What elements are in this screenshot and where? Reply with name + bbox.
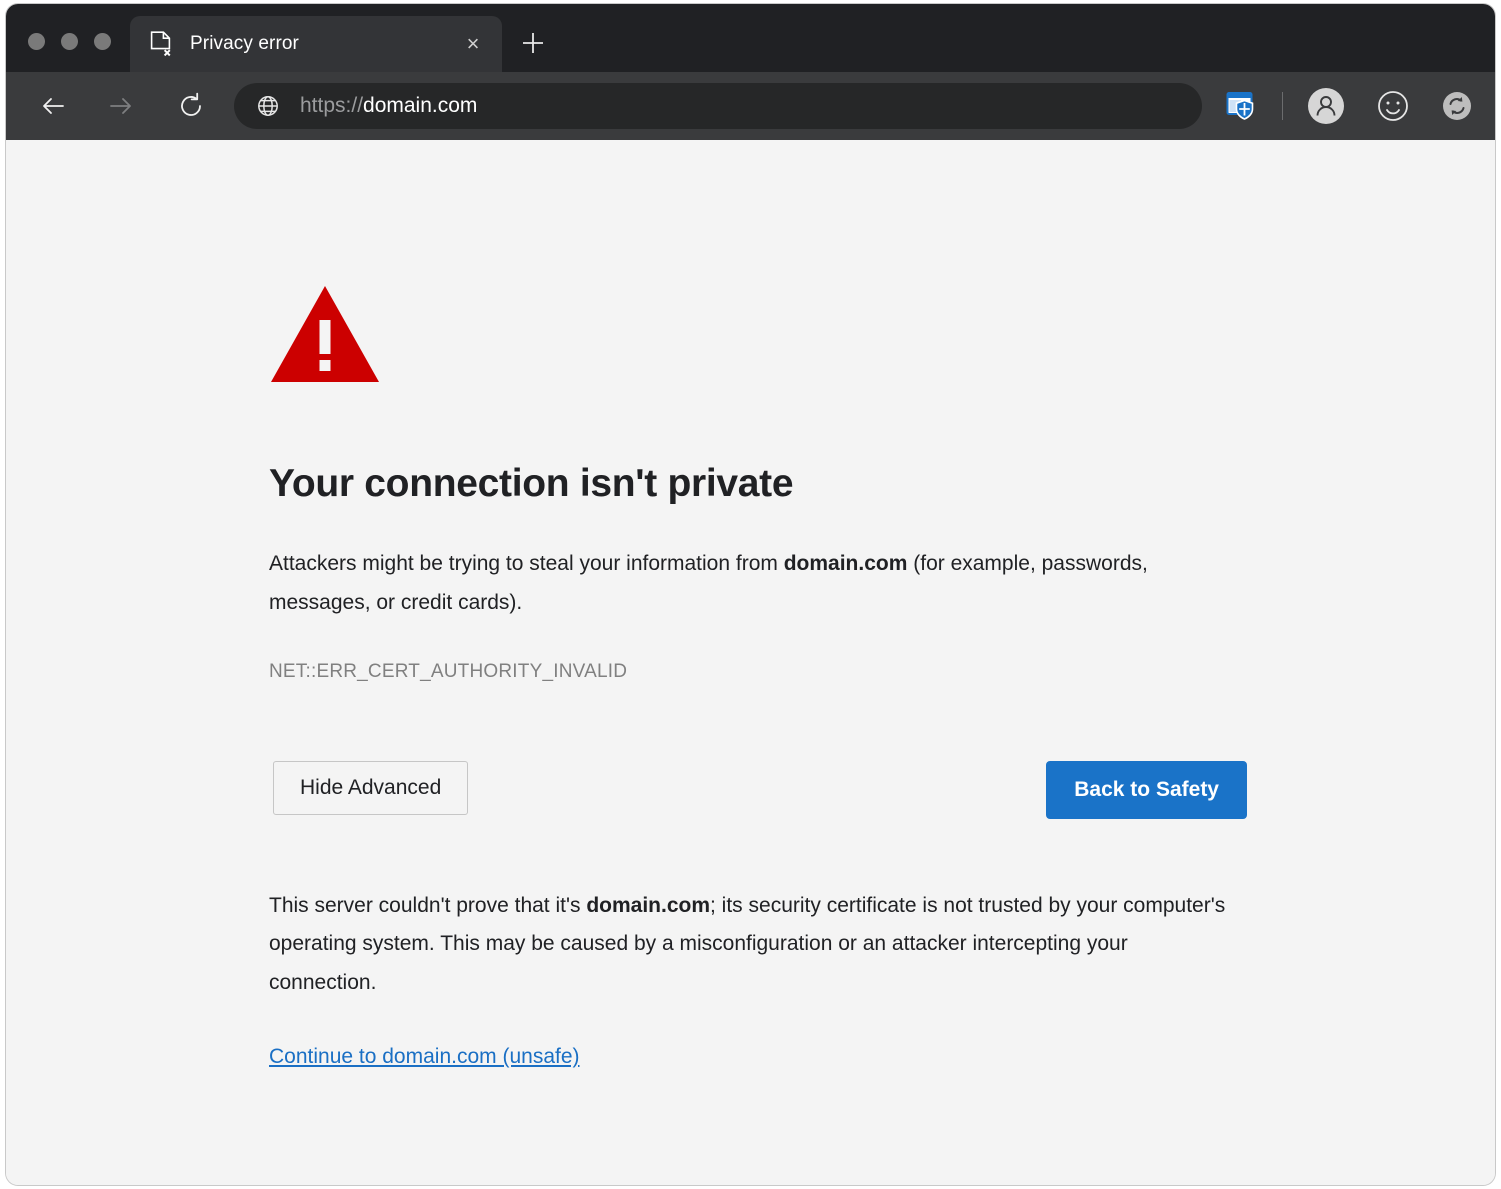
url-text: https://domain.com bbox=[300, 94, 477, 118]
page-title: Your connection isn't private bbox=[269, 462, 1239, 507]
back-to-safety-button[interactable]: Back to Safety bbox=[1046, 761, 1247, 819]
shield-browser-extension-icon[interactable] bbox=[1224, 89, 1258, 123]
tab-strip: Privacy error × bbox=[6, 4, 1495, 72]
warning-description-prefix: Attackers might be trying to steal your … bbox=[269, 552, 784, 575]
window-controls bbox=[6, 33, 130, 72]
window-minimize-button[interactable] bbox=[61, 33, 78, 50]
tab-privacy-error[interactable]: Privacy error × bbox=[130, 16, 502, 72]
globe-icon bbox=[256, 94, 280, 118]
warning-description: Attackers might be trying to steal your … bbox=[269, 545, 1149, 623]
ssl-interstitial: Your connection isn't private Attackers … bbox=[269, 278, 1239, 1069]
interstitial-button-row: Hide Advanced Back to Safety bbox=[269, 761, 1239, 815]
tab-title: Privacy error bbox=[190, 33, 460, 55]
proceed-unsafe-link[interactable]: Continue to domain.com (unsafe) bbox=[269, 1045, 580, 1069]
back-arrow-icon[interactable] bbox=[30, 83, 76, 129]
smiley-face-icon[interactable] bbox=[1377, 90, 1409, 122]
window-maximize-button[interactable] bbox=[94, 33, 111, 50]
address-bar[interactable]: https://domain.com bbox=[234, 83, 1202, 129]
profile-avatar-icon[interactable] bbox=[1307, 87, 1345, 125]
toolbar-actions bbox=[1224, 87, 1477, 125]
page-content: Your connection isn't private Attackers … bbox=[6, 140, 1495, 1185]
browser-window: Privacy error × bbox=[6, 4, 1495, 1185]
warning-description-domain: domain.com bbox=[784, 552, 908, 575]
hide-advanced-button[interactable]: Hide Advanced bbox=[273, 761, 468, 815]
advanced-description-domain: domain.com bbox=[586, 894, 710, 917]
window-close-button[interactable] bbox=[28, 33, 45, 50]
url-host: domain.com bbox=[363, 94, 477, 117]
url-scheme: https:// bbox=[300, 94, 363, 117]
sync-refresh-icon[interactable] bbox=[1441, 90, 1473, 122]
advanced-description-prefix: This server couldn't prove that it's bbox=[269, 894, 586, 917]
toolbar-divider bbox=[1282, 92, 1283, 120]
error-code: NET::ERR_CERT_AUTHORITY_INVALID bbox=[269, 661, 1239, 683]
advanced-description: This server couldn't prove that it's dom… bbox=[269, 887, 1234, 1004]
advanced-panel: This server couldn't prove that it's dom… bbox=[269, 887, 1239, 1070]
close-icon[interactable]: × bbox=[460, 31, 486, 57]
new-tab-button[interactable] bbox=[518, 28, 548, 58]
broken-page-icon bbox=[150, 31, 172, 57]
reload-icon[interactable] bbox=[168, 83, 214, 129]
forward-arrow-icon bbox=[98, 83, 144, 129]
red-warning-triangle-icon bbox=[269, 278, 381, 390]
browser-toolbar: https://domain.com bbox=[6, 72, 1495, 140]
